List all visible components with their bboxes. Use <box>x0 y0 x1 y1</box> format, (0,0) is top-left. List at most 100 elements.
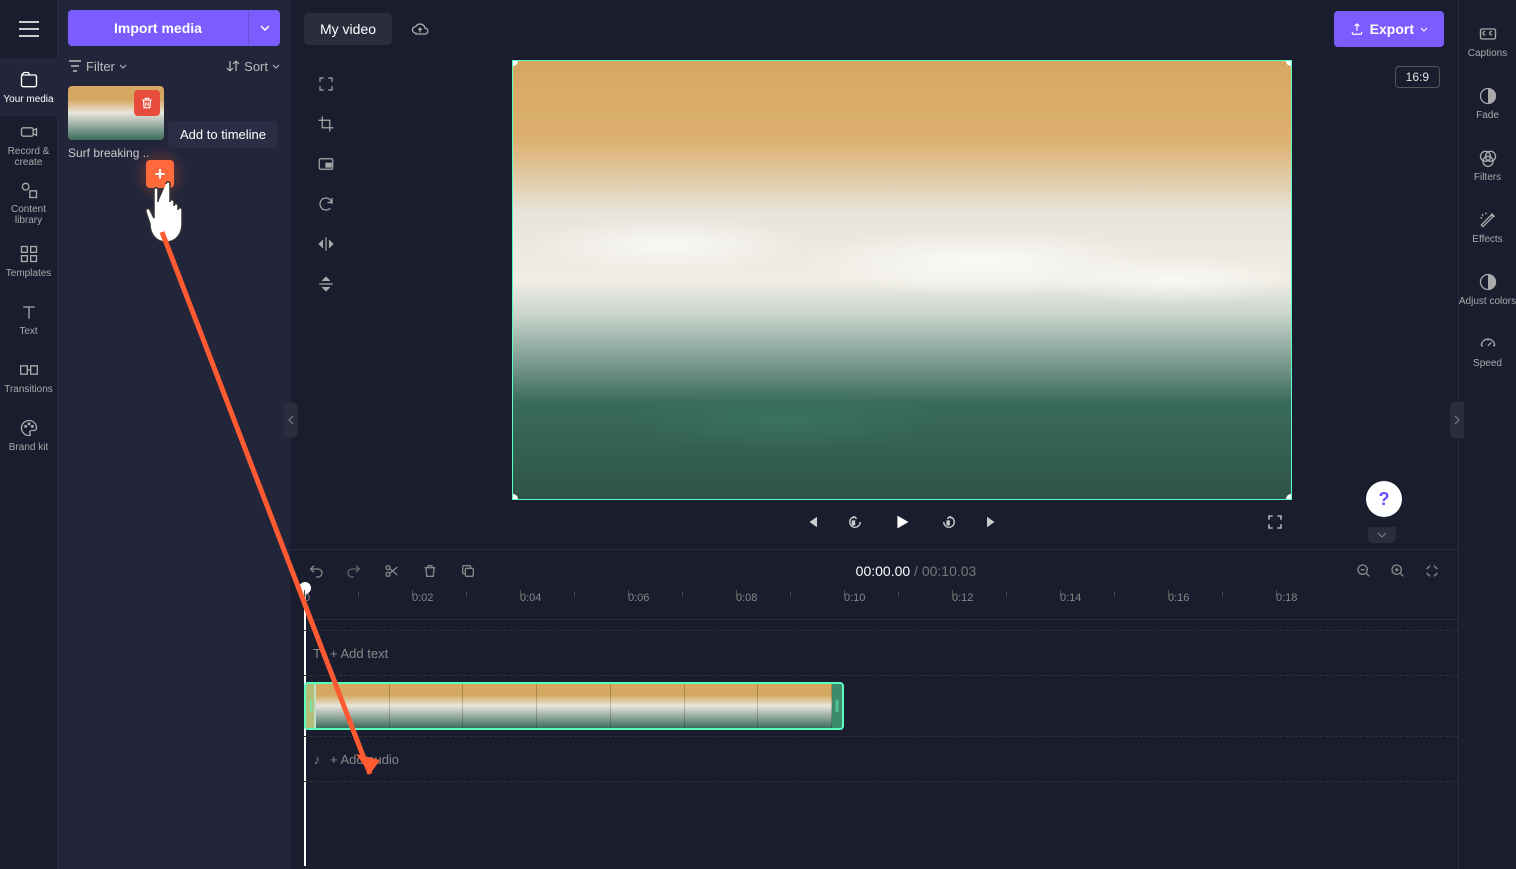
ruler-tick: 0:14 <box>1060 592 1081 604</box>
ruler-tick: 0:02 <box>412 592 433 604</box>
redo-button[interactable] <box>342 559 366 583</box>
add-text-label: + Add text <box>330 646 388 661</box>
zoom-out-button[interactable] <box>1352 559 1376 583</box>
video-clip[interactable]: ║ ║ <box>304 682 844 730</box>
time-separator: / <box>910 563 922 579</box>
collapse-right-panel-button[interactable] <box>1450 402 1464 438</box>
fit-tool[interactable] <box>310 68 342 100</box>
clip-trim-left[interactable]: ║ <box>306 684 316 728</box>
text-track[interactable]: T + Add text <box>304 630 1458 676</box>
right-rail-effects[interactable]: Effects <box>1459 196 1516 258</box>
help-button[interactable]: ? <box>1366 481 1402 517</box>
ruler-tick: 0 <box>304 592 310 604</box>
fullscreen-button[interactable] <box>1262 509 1288 535</box>
sidebar-item-content-library[interactable]: Content library <box>0 174 58 232</box>
sidebar-item-transitions[interactable]: Transitions <box>0 348 58 406</box>
preview-toolbar <box>306 60 346 549</box>
skip-end-button[interactable] <box>980 509 1006 535</box>
play-button[interactable] <box>886 506 918 538</box>
project-title-input[interactable]: My video <box>304 13 392 45</box>
duplicate-button[interactable] <box>456 559 480 583</box>
rotate-tool[interactable] <box>310 188 342 220</box>
ruler-tick: 0:10 <box>844 592 865 604</box>
svg-text:5: 5 <box>947 521 950 527</box>
sort-button[interactable]: Sort <box>226 59 280 74</box>
zoom-in-button[interactable] <box>1386 559 1410 583</box>
crop-tool[interactable] <box>310 108 342 140</box>
sidebar-label: Your media <box>3 94 53 105</box>
right-rail-captions[interactable]: Captions <box>1459 10 1516 72</box>
flip-vertical-tool[interactable] <box>310 268 342 300</box>
cloud-sync-icon[interactable] <box>408 17 432 41</box>
sidebar-item-record-create[interactable]: Record & create <box>0 116 58 174</box>
svg-text:5: 5 <box>852 521 855 527</box>
right-rail-label: Filters <box>1474 172 1501 183</box>
hamburger-menu-button[interactable] <box>0 0 58 58</box>
sidebar-item-your-media[interactable]: Your media <box>0 58 58 116</box>
ruler-tick: 0:08 <box>736 592 757 604</box>
timeline-region: 00:00.00 / 00:10.03 0 0:02 0:04 0:06 0:08 0:1… <box>290 549 1458 869</box>
export-button[interactable]: Export <box>1334 11 1444 47</box>
rewind-button[interactable]: 5 <box>842 509 868 535</box>
split-button[interactable] <box>380 559 404 583</box>
right-rail-label: Adjust colors <box>1459 296 1516 307</box>
header-bar: My video Export <box>290 0 1458 58</box>
ruler-tick: 0:16 <box>1168 592 1189 604</box>
sidebar-item-templates[interactable]: Templates <box>0 232 58 290</box>
add-to-timeline-tooltip: Add to timeline <box>168 121 278 148</box>
timeline-ruler[interactable]: 0 0:02 0:04 0:06 0:08 0:10 0:12 0:14 0:16 0:18 <box>304 592 1458 620</box>
sidebar-label: Content library <box>0 204 58 226</box>
zoom-fit-button[interactable] <box>1420 559 1444 583</box>
clip-trim-right[interactable]: ║ <box>832 684 842 728</box>
right-rail-filters[interactable]: Filters <box>1459 134 1516 196</box>
filter-label: Filter <box>86 59 115 74</box>
export-label: Export <box>1370 21 1414 37</box>
project-title: My video <box>310 15 386 43</box>
preview-video-frame[interactable] <box>512 60 1292 500</box>
playback-controls: 5 5 <box>512 500 1292 544</box>
media-clip-thumbnail[interactable] <box>68 86 164 140</box>
filter-button[interactable]: Filter <box>68 59 127 74</box>
audio-track-icon: ♪ <box>304 752 330 767</box>
video-track[interactable]: ║ ║ <box>304 682 1458 732</box>
right-rail-fade[interactable]: Fade <box>1459 72 1516 134</box>
right-rail-speed[interactable]: Speed <box>1459 320 1516 382</box>
timeline-timecode: 00:00.00 / 00:10.03 <box>494 563 1338 579</box>
resize-handle-tr[interactable] <box>1286 60 1292 66</box>
sort-label: Sort <box>244 59 268 74</box>
import-media-button[interactable]: Import media <box>68 10 248 46</box>
ruler-tick: 0:18 <box>1276 592 1297 604</box>
delete-media-button[interactable] <box>134 90 160 116</box>
media-clip-name: Surf breaking .. <box>68 146 280 160</box>
sidebar-item-text[interactable]: Text <box>0 290 58 348</box>
ruler-tick: 0:12 <box>952 592 973 604</box>
skip-start-button[interactable] <box>798 509 824 535</box>
flip-horizontal-tool[interactable] <box>310 228 342 260</box>
right-rail-label: Fade <box>1476 110 1499 121</box>
delete-button[interactable] <box>418 559 442 583</box>
right-rail-label: Captions <box>1468 48 1507 59</box>
ruler-tick: 0:04 <box>520 592 541 604</box>
cursor-hand-icon <box>138 174 208 254</box>
panel-expand-button[interactable] <box>1368 527 1396 543</box>
undo-button[interactable] <box>304 559 328 583</box>
aspect-ratio-button[interactable]: 16:9 <box>1395 66 1440 88</box>
right-rail-label: Speed <box>1473 358 1502 369</box>
sidebar-label: Transitions <box>4 384 53 395</box>
sidebar-label: Templates <box>6 268 52 279</box>
plus-icon: + <box>146 160 174 188</box>
sidebar-label: Record & create <box>0 146 58 168</box>
ruler-tick: 0:06 <box>628 592 649 604</box>
right-rail-adjust-colors[interactable]: Adjust colors <box>1459 258 1516 320</box>
total-time: 00:10.03 <box>922 563 977 579</box>
help-icon: ? <box>1379 489 1390 510</box>
right-rail-label: Effects <box>1472 234 1502 245</box>
import-media-dropdown[interactable] <box>248 10 280 46</box>
audio-track[interactable]: ♪ + Add audio <box>304 736 1458 782</box>
forward-button[interactable]: 5 <box>936 509 962 535</box>
resize-handle-tl[interactable] <box>512 60 518 66</box>
current-time: 00:00.00 <box>856 563 911 579</box>
sidebar-item-brand-kit[interactable]: Brand kit <box>0 406 58 464</box>
media-panel: Import media Filter Sort Surf breaking .… <box>58 0 290 869</box>
pip-tool[interactable] <box>310 148 342 180</box>
